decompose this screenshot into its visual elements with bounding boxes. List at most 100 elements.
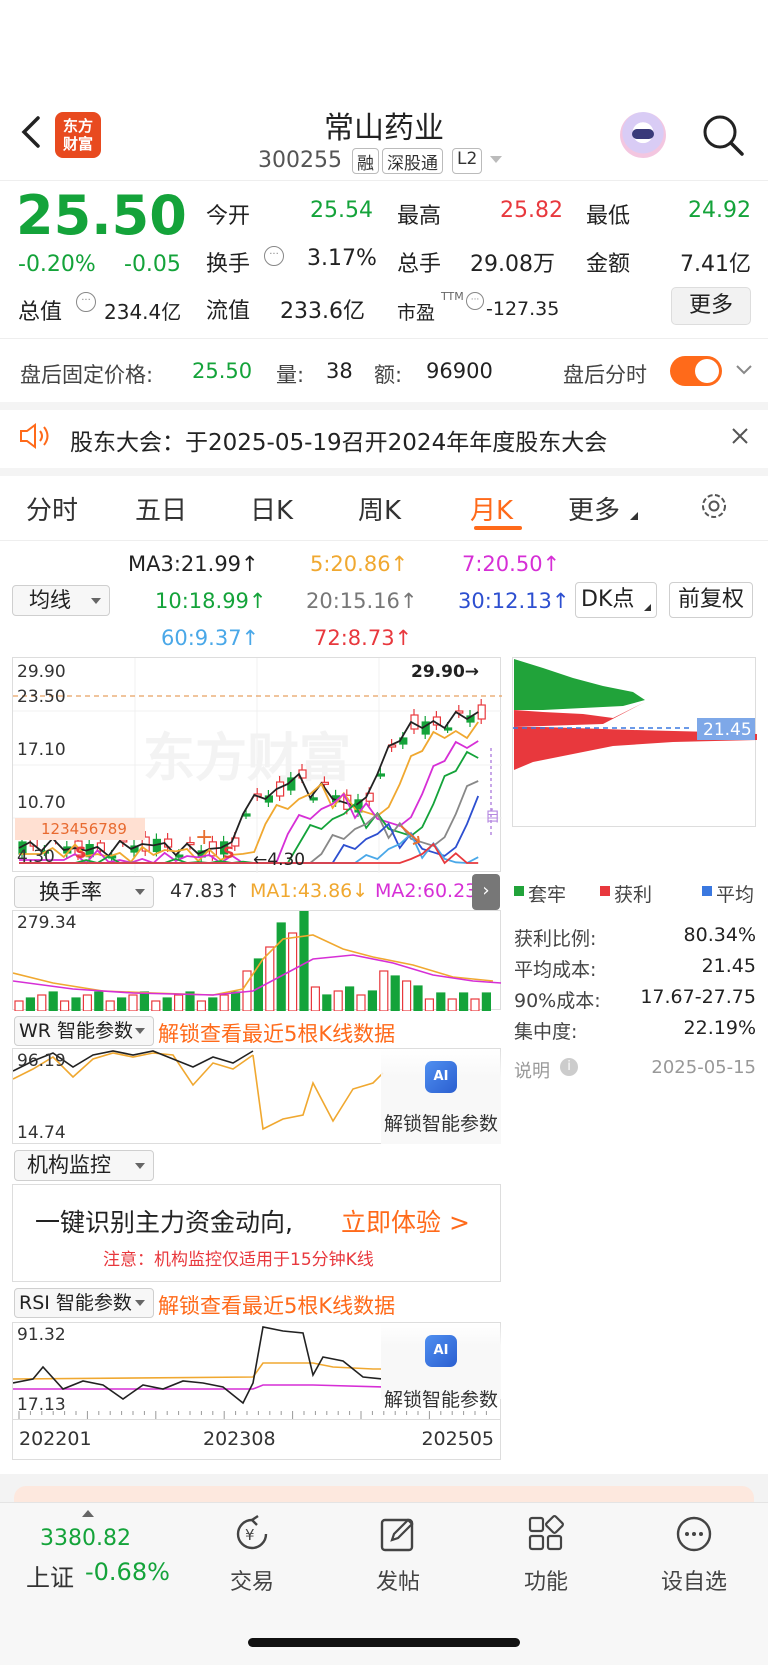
tab-more[interactable]: 更多 bbox=[568, 490, 620, 527]
index-pct[interactable]: -0.68% bbox=[85, 1558, 170, 1586]
after-hours-vol: 38 bbox=[326, 359, 353, 383]
rsi-ai-unlock[interactable]: AI 解锁智能参数 bbox=[381, 1323, 501, 1411]
nav-functions[interactable]: 功能 bbox=[506, 1510, 586, 1600]
volume-label: 总手 bbox=[397, 252, 442, 277]
tab-intraday[interactable]: 分时 bbox=[26, 490, 78, 527]
institution-cta[interactable]: 立即体验 > bbox=[341, 1203, 470, 1239]
volume-bar bbox=[367, 990, 377, 1012]
index-value[interactable]: 3380.82 bbox=[40, 1526, 131, 1551]
pe-label: 市盈 bbox=[397, 302, 436, 324]
tab-active-indicator bbox=[474, 526, 522, 530]
after-hours-price-label: 盘后固定价格: bbox=[20, 363, 154, 387]
volume-bar bbox=[390, 975, 400, 1012]
open-value: 25.54 bbox=[310, 198, 373, 223]
y-label-2: 23.50 bbox=[17, 687, 66, 707]
up-triangle-icon bbox=[82, 1510, 94, 1517]
promo-strip-inner[interactable] bbox=[14, 1486, 754, 1502]
after-hours-toggle[interactable] bbox=[670, 356, 722, 386]
volume-bar bbox=[413, 985, 423, 1012]
x-label-end: 202505 bbox=[421, 1428, 494, 1450]
dropdown-caret-icon bbox=[135, 889, 145, 895]
volume-bar bbox=[424, 998, 434, 1012]
ma10-value: 10:18.99↑ bbox=[155, 589, 267, 613]
wr-selector[interactable]: WR 智能参数 bbox=[14, 1016, 154, 1046]
home-indicator bbox=[248, 1638, 520, 1647]
chevron-down-icon[interactable] bbox=[490, 156, 502, 163]
ma20-value: 20:15.16↑ bbox=[306, 589, 418, 613]
tab-monthly[interactable]: 月K bbox=[470, 490, 513, 527]
volume-bar bbox=[37, 994, 47, 1012]
ma-selector[interactable]: 均线 bbox=[12, 585, 110, 616]
volume-bar bbox=[48, 991, 58, 1012]
corner-triangle-icon bbox=[630, 512, 638, 520]
wr-chart: 96.19 14.74 AI 解锁智能参数 bbox=[12, 1048, 501, 1144]
adjust-label: 前复权 bbox=[677, 587, 744, 612]
close-icon[interactable] bbox=[730, 426, 750, 446]
rsi-unlock-link[interactable]: 解锁查看最近5根K线数据 bbox=[158, 1290, 395, 1320]
tab-daily[interactable]: 日K bbox=[250, 490, 293, 527]
nav-watchlist[interactable]: 设自选 bbox=[654, 1510, 734, 1600]
nav-post-label: 发帖 bbox=[375, 1570, 420, 1595]
chip-distribution[interactable]: 21.45 bbox=[512, 657, 757, 827]
y-label-top: 29.90 bbox=[17, 662, 66, 682]
info-dots-icon[interactable]: ··· bbox=[466, 292, 484, 310]
mktcap-label: 总值 bbox=[18, 300, 63, 325]
kline-chart[interactable]: 东方财富 123456789 S S + 自 29.90 23.50 17.10… bbox=[12, 657, 502, 873]
after-hours-vol-label: 量: bbox=[276, 363, 305, 387]
info-dots-icon[interactable]: ··· bbox=[76, 292, 96, 312]
dropdown-caret-icon bbox=[135, 1163, 145, 1169]
dk-point-button[interactable]: DK点 bbox=[575, 582, 657, 618]
wr-ai-unlock[interactable]: AI 解锁智能参数 bbox=[381, 1049, 501, 1144]
settings-gear-icon[interactable] bbox=[698, 490, 730, 522]
after-hours-amt-label: 额: bbox=[374, 363, 403, 387]
turnover-selector[interactable]: 换手率 bbox=[14, 876, 154, 908]
more-circle-icon bbox=[674, 1514, 714, 1554]
wr-ymin: 14.74 bbox=[17, 1123, 66, 1143]
profit-ratio-label: 获利比例: bbox=[514, 928, 597, 950]
cost90-label: 90%成本: bbox=[514, 990, 601, 1012]
ma3-value: MA3:21.99↑ bbox=[128, 552, 259, 576]
avg-cost-label: 平均成本: bbox=[514, 959, 597, 981]
turnover-ma1: MA1:43.86↓ bbox=[250, 880, 369, 902]
plus-marker: + bbox=[195, 825, 213, 850]
expand-arrow-button[interactable]: › bbox=[472, 874, 500, 910]
institution-promo[interactable]: 一键识别主力资金动向, 立即体验 > 注意：机构监控仅适用于15分钟K线 bbox=[12, 1184, 501, 1282]
rsi-selector[interactable]: RSI 智能参数 bbox=[14, 1288, 154, 1318]
legend-swatch-avg bbox=[702, 886, 712, 896]
float-label: 流值 bbox=[206, 299, 251, 324]
chip-date: 2025-05-15 bbox=[651, 1057, 756, 1078]
volume-bar bbox=[470, 998, 480, 1012]
volume-bar bbox=[276, 922, 286, 1012]
info-dots-icon[interactable]: ··· bbox=[264, 246, 284, 266]
info-icon[interactable]: i bbox=[560, 1058, 578, 1076]
institution-selector[interactable]: 机构监控 bbox=[14, 1150, 154, 1181]
index-name[interactable]: 上证 bbox=[26, 1558, 74, 1593]
adjust-button[interactable]: 前复权 bbox=[669, 582, 753, 618]
chip-note-link[interactable]: 说明 bbox=[514, 1057, 550, 1083]
rsi-selector-label: RSI 智能参数 bbox=[19, 1292, 132, 1314]
tab-weekly[interactable]: 周K bbox=[358, 490, 401, 527]
volume-bar bbox=[459, 992, 469, 1012]
wr-selector-label: WR 智能参数 bbox=[19, 1020, 134, 1042]
wr-ai-label: 解锁智能参数 bbox=[383, 1113, 498, 1135]
ai-icon: AI bbox=[425, 1061, 457, 1093]
volume-bar bbox=[299, 910, 309, 1012]
divider bbox=[0, 338, 768, 339]
notice-text[interactable]: 股东大会：于2025-05-19召开2024年年度股东大会 bbox=[70, 423, 607, 457]
nav-trade[interactable]: ¥ 交易 bbox=[212, 1510, 292, 1600]
search-icon[interactable] bbox=[700, 112, 746, 158]
low-value: 24.92 bbox=[688, 198, 751, 223]
high-marker: 29.90→ bbox=[411, 662, 480, 682]
robot-avatar-icon[interactable] bbox=[620, 112, 666, 158]
wr-unlock-link[interactable]: 解锁查看最近5根K线数据 bbox=[158, 1018, 395, 1048]
tab-five-day[interactable]: 五日 bbox=[135, 490, 187, 527]
more-button[interactable]: 更多 bbox=[671, 287, 751, 325]
ma5-value: 5:20.86↑ bbox=[310, 552, 409, 576]
watermark: 东方财富 bbox=[143, 729, 351, 789]
chevron-down-icon[interactable] bbox=[734, 362, 754, 378]
legend-swatch-trapped bbox=[514, 886, 524, 896]
corner-triangle-icon bbox=[644, 604, 651, 611]
nav-post[interactable]: 发帖 bbox=[358, 1510, 438, 1600]
avg-cost-line-label: 21.45 bbox=[703, 720, 752, 740]
institution-selector-label: 机构监控 bbox=[27, 1153, 111, 1177]
